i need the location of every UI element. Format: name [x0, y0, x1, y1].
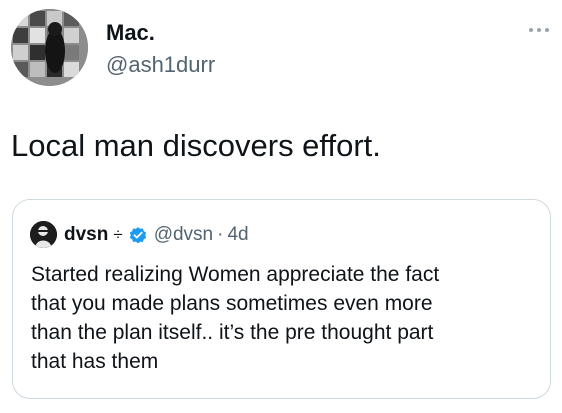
- quoted-author-handle[interactable]: @dvsn: [154, 224, 213, 246]
- header-separator: ·: [217, 224, 224, 245]
- more-options-icon[interactable]: [528, 26, 550, 34]
- avatar-image: [11, 9, 88, 86]
- quoted-author-name-badge: ÷: [113, 225, 123, 244]
- quoted-tweet-timestamp[interactable]: 4d: [227, 224, 248, 246]
- quoted-text-line: that you made plans sometimes even more: [31, 292, 433, 315]
- profile-avatar[interactable]: [11, 9, 88, 86]
- tweet-text: Local man discovers effort.: [11, 128, 381, 163]
- quoted-text-line: that has them: [31, 350, 159, 373]
- quoted-author-name[interactable]: dvsn: [64, 224, 108, 246]
- quoted-tweet-text: Started realizing Women appreciate the f…: [31, 260, 541, 376]
- tweet: Mac. @ash1durr Local man discovers effor…: [0, 0, 562, 413]
- quoted-text-line: Started realizing Women appreciate the f…: [31, 263, 440, 286]
- quoted-text-line: than the plan itself.. it’s the pre thou…: [31, 321, 434, 344]
- author-display-name[interactable]: Mac.: [106, 20, 155, 46]
- quoted-avatar-image: [30, 221, 57, 248]
- quoted-tweet-header: dvsn ÷ @dvsn · 4d: [64, 222, 249, 248]
- quoted-author-avatar[interactable]: [30, 221, 57, 248]
- quoted-tweet-card[interactable]: dvsn ÷ @dvsn · 4d Started realizing Wome…: [12, 199, 551, 399]
- verified-badge-icon: [129, 227, 146, 244]
- author-handle[interactable]: @ash1durr: [106, 52, 215, 78]
